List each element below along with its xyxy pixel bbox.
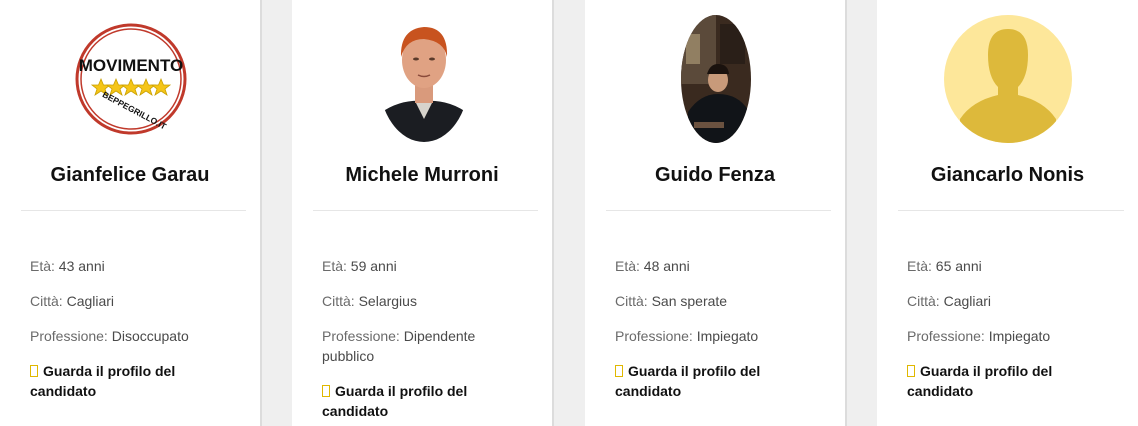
link-icon (615, 365, 623, 377)
portrait-photo-icon (681, 15, 751, 143)
link-icon (907, 365, 915, 377)
link-icon (322, 385, 330, 397)
candidate-age: Età: 59 anni (322, 258, 397, 274)
candidate-profession: Professione: Dipendente pubblico (322, 328, 476, 364)
portrait-photo-icon (379, 16, 469, 142)
candidate-card: Guido Fenza Età: 48 anni Città: San sper… (585, 0, 847, 426)
candidate-city: Città: Cagliari (907, 293, 992, 309)
candidates-grid: MOVIMENTO BEPPEGRILLO.IT Gianfelice Gara… (0, 0, 1138, 426)
divider (606, 210, 831, 211)
candidate-profession: Professione: Impiegato (907, 328, 1051, 344)
divider (898, 210, 1124, 211)
candidate-profession: Professione: Disoccupato (30, 328, 189, 344)
candidate-city: Città: San sperate (615, 293, 728, 309)
divider (21, 210, 246, 211)
candidate-avatar (585, 0, 845, 150)
divider (313, 210, 538, 211)
view-profile-link[interactable]: Guarda il profilo del candidato (907, 361, 1118, 401)
view-profile-link[interactable]: Guarda il profilo del candidato (322, 381, 532, 421)
candidate-name: Giancarlo Nonis (930, 164, 1085, 186)
candidate-city: Città: Selargius (322, 293, 417, 309)
default-user-icon (944, 15, 1072, 143)
logo-text-top: MOVIMENTO (79, 56, 184, 75)
movimento-logo-icon: MOVIMENTO BEPPEGRILLO.IT (75, 23, 187, 135)
candidate-avatar (292, 0, 552, 150)
candidate-profession: Professione: Impiegato (615, 328, 759, 344)
link-icon (30, 365, 38, 377)
candidate-age: Età: 65 anni (907, 258, 982, 274)
view-profile-link[interactable]: Guarda il profilo del candidato (30, 361, 240, 401)
view-profile-link[interactable]: Guarda il profilo del candidato (615, 361, 825, 401)
candidate-avatar (877, 0, 1138, 150)
candidate-name: Guido Fenza (655, 164, 775, 186)
candidate-card: Giancarlo Nonis Età: 65 anni Città: Cagl… (877, 0, 1138, 426)
candidate-city: Città: Cagliari (30, 293, 115, 309)
candidate-name: Gianfelice Garau (50, 164, 210, 186)
candidate-name: Michele Murroni (345, 164, 499, 186)
candidate-age: Età: 43 anni (30, 258, 105, 274)
candidate-age: Età: 48 anni (615, 258, 690, 274)
candidate-card: Michele Murroni Età: 59 anni Città: Sela… (292, 0, 554, 426)
candidate-card: MOVIMENTO BEPPEGRILLO.IT Gianfelice Gara… (0, 0, 262, 426)
candidate-avatar: MOVIMENTO BEPPEGRILLO.IT (0, 0, 260, 150)
